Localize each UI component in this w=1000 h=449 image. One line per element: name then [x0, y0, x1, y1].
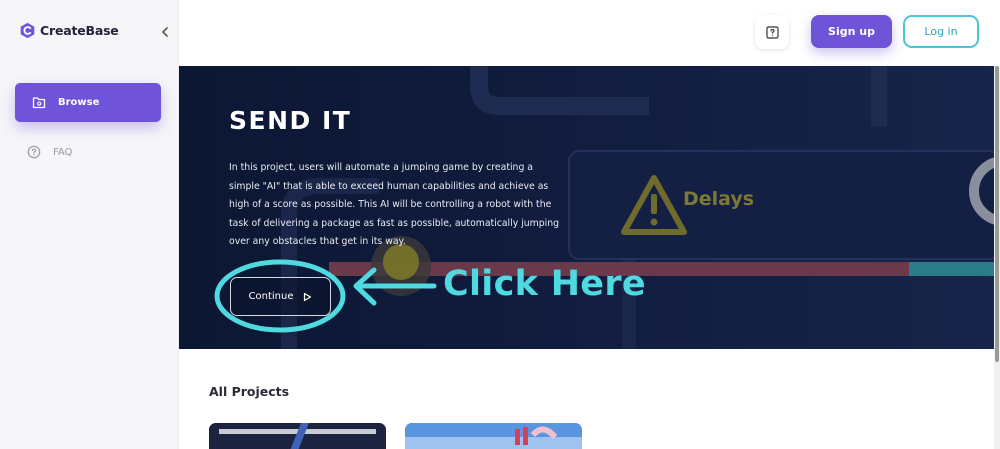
project-card[interactable]	[405, 423, 582, 449]
annotation-click-here: Click Here	[443, 264, 646, 304]
question-circle-icon	[27, 145, 41, 159]
project-hero: Delays SEND IT In this project, users wi…	[179, 66, 994, 349]
background-sign-text: Delays	[683, 188, 755, 210]
sidebar-item-label: Browse	[58, 97, 100, 108]
log-in-button[interactable]: Log in	[903, 15, 979, 48]
all-projects-heading: All Projects	[209, 384, 290, 399]
sidebar: CreateBase Browse FAQ	[0, 0, 179, 449]
folder-icon	[32, 97, 46, 109]
sidebar-item-faq[interactable]: FAQ	[27, 145, 72, 159]
help-button[interactable]	[755, 15, 789, 49]
project-card[interactable]	[209, 423, 386, 449]
project-thumbnail	[209, 423, 386, 449]
logo[interactable]: CreateBase	[19, 22, 119, 39]
project-description: In this project, users will automate a j…	[229, 162, 559, 247]
sidebar-item-browse[interactable]: Browse	[15, 83, 161, 122]
project-title: SEND IT	[229, 106, 352, 135]
sign-up-button[interactable]: Sign up	[811, 15, 892, 48]
continue-button[interactable]: Continue	[230, 277, 331, 316]
scrollbar-thumb[interactable]	[995, 66, 999, 362]
question-square-icon	[765, 25, 779, 39]
createbase-logo-icon	[20, 22, 35, 39]
sidebar-item-label: FAQ	[53, 146, 73, 158]
play-icon	[304, 292, 312, 301]
top-header: Sign up Log in	[180, 0, 1000, 66]
project-thumbnail	[405, 423, 582, 449]
chevron-left-icon[interactable]	[158, 25, 172, 39]
continue-label: Continue	[248, 291, 294, 302]
app-root: CreateBase Browse FAQ Sign up Log in Del…	[0, 0, 1000, 449]
app-name: CreateBase	[40, 23, 119, 38]
